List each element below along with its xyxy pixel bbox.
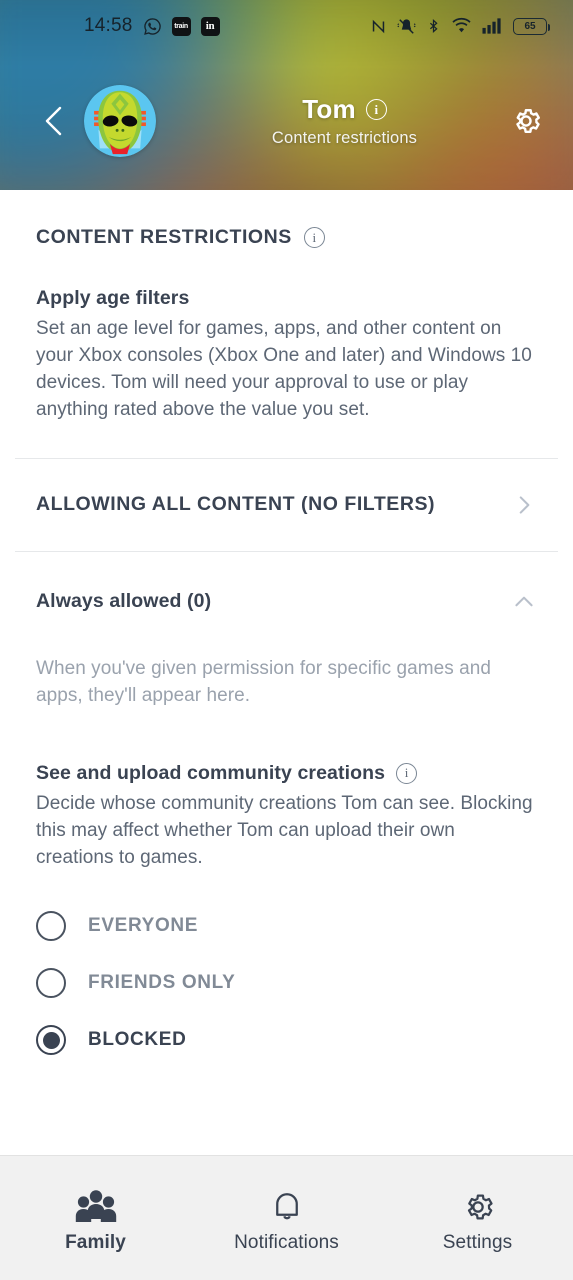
community-creations-heading: See and upload community creations <box>36 761 386 784</box>
nav-label: Settings <box>442 1231 513 1253</box>
radio-label: BLOCKED <box>88 1029 187 1051</box>
apply-age-filters-description: Set an age level for games, apps, and ot… <box>36 318 532 420</box>
always-allowed-empty-text: When you've given permission for specifi… <box>36 657 492 706</box>
community-creations-description: Decide whose community creations Tom can… <box>36 792 533 868</box>
alien-avatar-image <box>84 85 156 157</box>
radio-label: EVERYONE <box>88 915 199 937</box>
bluetooth-icon <box>429 18 438 34</box>
radio-option-friends-only[interactable]: FRIENDS ONLY <box>36 955 537 1012</box>
bell-icon <box>275 1192 298 1219</box>
header-title-line: Tom i <box>156 94 533 125</box>
family-icon <box>75 1189 116 1222</box>
chevron-up-icon <box>515 596 533 607</box>
nav-item-notifications[interactable]: Notifications <box>191 1183 382 1254</box>
info-icon[interactable]: i <box>365 99 387 120</box>
trainline-app-icon: train <box>171 16 191 36</box>
info-icon[interactable]: i <box>303 227 325 248</box>
nav-item-settings[interactable]: Settings <box>382 1183 573 1254</box>
page-subtitle: Content restrictions <box>271 129 418 147</box>
mute-bell-icon <box>397 18 416 34</box>
nav-label: Notifications <box>234 1231 339 1253</box>
gear-icon <box>467 1193 493 1220</box>
always-allowed-body: When you've given permission for specifi… <box>0 656 573 1069</box>
always-allowed-row[interactable]: Always allowed (0) <box>0 552 573 652</box>
apply-age-filters-heading: Apply age filters <box>36 287 190 309</box>
nav-item-family[interactable]: Family <box>0 1183 191 1254</box>
radio-option-blocked[interactable]: BLOCKED <box>36 1012 537 1069</box>
gear-icon <box>516 109 540 133</box>
status-bar-right: 65 <box>370 17 550 36</box>
cellular-signal-icon <box>482 18 501 34</box>
allowing-all-content-row[interactable]: ALLOWING ALL CONTENT (NO FILTERS) <box>0 459 573 551</box>
status-bar: 14:58 train in 65 <box>0 0 573 52</box>
profile-header: 14:58 train in 65 Tom i Content restrict… <box>0 0 573 190</box>
wifi-icon <box>452 18 471 33</box>
radio-dot <box>42 1031 60 1049</box>
content-restrictions-section-header: CONTENT RESTRICTIONS i <box>36 190 537 249</box>
nfc-icon <box>372 19 385 33</box>
radio-button-selected[interactable] <box>36 1025 66 1056</box>
section-title: CONTENT RESTRICTIONS <box>36 226 292 248</box>
settings-button[interactable] <box>501 96 551 146</box>
status-bar-left: 14:58 train in <box>84 15 220 37</box>
header-content-row: Tom i Content restrictions <box>0 52 573 190</box>
whatsapp-icon <box>143 17 161 35</box>
radio-label: FRIENDS ONLY <box>88 972 236 994</box>
main-content: CONTENT RESTRICTIONS i Apply age filters… <box>0 190 573 1155</box>
page-title: Tom <box>302 94 356 124</box>
content-padding-wrapper: CONTENT RESTRICTIONS i Apply age filters… <box>0 190 573 424</box>
community-creations-heading-row: See and upload community creations i <box>36 762 537 785</box>
info-icon[interactable]: i <box>396 762 418 784</box>
community-creations-radio-group: EVERYONE FRIENDS ONLY BLOCKED <box>36 898 537 1069</box>
always-allowed-label: Always allowed (0) <box>36 590 212 613</box>
linkedin-app-icon: in <box>200 16 220 36</box>
bottom-navigation: Family Notifications Settings <box>0 1155 573 1280</box>
radio-button[interactable] <box>36 911 66 942</box>
chevron-right-icon <box>519 496 530 514</box>
battery-indicator: 65 <box>513 17 550 35</box>
back-button[interactable] <box>26 93 82 149</box>
avatar[interactable] <box>84 85 156 157</box>
nav-label: Family <box>65 1231 126 1253</box>
radio-option-everyone[interactable]: EVERYONE <box>36 898 537 955</box>
community-creations-block: See and upload community creations i Dec… <box>36 762 537 872</box>
radio-button[interactable] <box>36 968 66 999</box>
allowing-all-content-label: ALLOWING ALL CONTENT (NO FILTERS) <box>36 493 436 516</box>
chevron-left-icon <box>45 106 62 136</box>
status-bar-clock: 14:58 <box>84 15 133 36</box>
